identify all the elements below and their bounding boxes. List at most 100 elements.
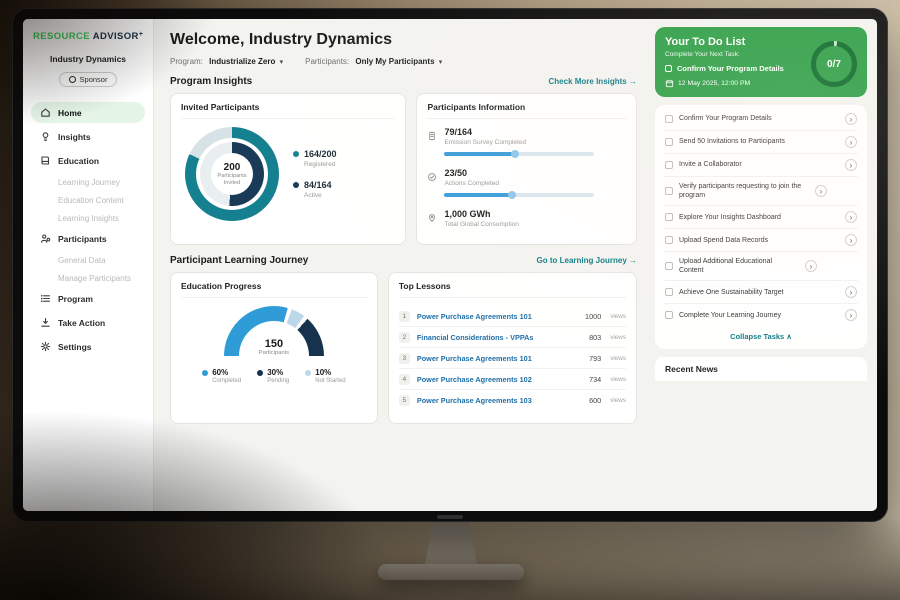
chevron-right-icon[interactable]: › xyxy=(845,159,857,171)
lesson-link[interactable]: Power Purchase Agreements 102 xyxy=(417,375,582,384)
section-title-learning-journey: Participant Learning Journey xyxy=(170,255,308,266)
chevron-right-icon[interactable]: › xyxy=(845,113,857,125)
people-gear-icon xyxy=(40,233,51,244)
stat-value: 1,000 GWh xyxy=(444,209,626,219)
sidebar-item-label: Education xyxy=(58,156,99,166)
checkbox[interactable] xyxy=(665,65,672,72)
calendar-icon xyxy=(665,79,674,88)
lesson-views: 793 xyxy=(589,354,601,363)
legend-value: 164/200 xyxy=(304,149,337,159)
sidebar-item-label: Participants xyxy=(58,234,107,244)
recent-news-header[interactable]: Recent News xyxy=(655,357,867,381)
sidebar-item-education-content[interactable]: Education Content xyxy=(31,192,145,209)
task-row: Upload Additional Educational Content › xyxy=(664,252,858,281)
location-pin-icon xyxy=(427,210,437,220)
task-label: Verify participants requesting to join t… xyxy=(679,182,809,200)
program-filter[interactable]: Program: Industrialize Zero ▾ xyxy=(170,57,283,66)
sidebar-item-insights[interactable]: Insights xyxy=(31,126,145,147)
lesson-row: 5 Power Purchase Agreements 103 600 view… xyxy=(399,390,626,410)
sidebar-item-take-action[interactable]: Take Action xyxy=(31,312,145,333)
chevron-right-icon[interactable]: › xyxy=(845,309,857,321)
clipboard-icon xyxy=(427,128,437,138)
card-title: Participants Information xyxy=(427,102,626,119)
checkbox[interactable] xyxy=(665,138,673,146)
program-filter-label: Program: xyxy=(170,57,203,66)
chevron-right-icon[interactable]: › xyxy=(805,260,817,272)
task-row: Explore Your Insights Dashboard › xyxy=(664,206,858,229)
task-row: Upload Spend Data Records › xyxy=(664,229,858,252)
lesson-link[interactable]: Power Purchase Agreements 103 xyxy=(417,396,582,405)
chevron-right-icon[interactable]: › xyxy=(845,234,857,246)
lesson-rank: 3 xyxy=(399,353,410,364)
legend-registered: 164/200 Registered xyxy=(293,149,337,168)
chevron-down-icon: ▾ xyxy=(439,59,443,66)
sponsor-badge[interactable]: Sponsor xyxy=(59,72,118,87)
checkbox[interactable] xyxy=(665,161,673,169)
education-progress-card: Education Progress 150 Participants xyxy=(170,272,378,424)
legend-label: Completed xyxy=(212,378,241,384)
stat-actions-completed: 23/50 Actions Completed xyxy=(427,168,626,197)
go-to-learning-journey-link[interactable]: Go to Learning Journey → xyxy=(537,256,637,265)
logo-plus: + xyxy=(139,31,144,38)
lesson-views-unit: views xyxy=(610,397,626,404)
checkbox[interactable] xyxy=(665,262,673,270)
chevron-right-icon[interactable]: › xyxy=(845,136,857,148)
lesson-link[interactable]: Power Purchase Agreements 101 xyxy=(417,312,578,321)
invited-participants-card: Invited Participants 200 Participants In… xyxy=(170,93,406,245)
lesson-link[interactable]: Power Purchase Agreements 101 xyxy=(417,354,582,363)
lesson-views-unit: views xyxy=(610,355,626,362)
legend-value: 10% xyxy=(315,368,331,377)
sidebar-item-education[interactable]: Education xyxy=(31,150,145,171)
checkbox[interactable] xyxy=(665,115,673,123)
checkbox[interactable] xyxy=(665,187,673,195)
sidebar-item-manage-participants[interactable]: Manage Participants xyxy=(31,270,145,287)
chevron-right-icon[interactable]: › xyxy=(845,211,857,223)
education-gauge-chart: 150 Participants xyxy=(224,306,324,356)
legend-dot xyxy=(305,370,311,376)
participants-filter[interactable]: Participants: Only My Participants ▾ xyxy=(305,57,442,66)
collapse-tasks-link[interactable]: Collapse Tasks ∧ xyxy=(664,326,858,346)
sidebar-item-learning-insights[interactable]: Learning Insights xyxy=(31,210,145,227)
checkbox[interactable] xyxy=(665,311,673,319)
legend-value: 30% xyxy=(267,368,283,377)
lesson-rank: 1 xyxy=(399,311,410,322)
check-more-insights-link[interactable]: Check More Insights → xyxy=(549,77,637,86)
chevron-right-icon[interactable]: › xyxy=(815,185,827,197)
sidebar-item-program[interactable]: Program xyxy=(31,288,145,309)
lesson-row: 1 Power Purchase Agreements 101 1000 vie… xyxy=(399,306,626,327)
sidebar-item-label: Home xyxy=(58,108,82,118)
todo-next-task: Confirm Your Program Details xyxy=(677,64,784,73)
sidebar-item-home[interactable]: Home xyxy=(31,102,145,123)
sponsor-badge-label: Sponsor xyxy=(80,75,108,84)
sidebar-item-general-data[interactable]: General Data xyxy=(31,252,145,269)
sidebar-item-label: Settings xyxy=(58,342,92,352)
sidebar-item-learning-journey[interactable]: Learning Journey xyxy=(31,174,145,191)
legend-dot xyxy=(257,370,263,376)
sidebar-item-participants[interactable]: Participants xyxy=(31,228,145,249)
org-name: Industry Dynamics xyxy=(31,54,145,64)
chevron-right-icon[interactable]: › xyxy=(845,286,857,298)
checkbox[interactable] xyxy=(665,288,673,296)
sidebar-item-settings[interactable]: Settings xyxy=(31,336,145,357)
lesson-row: 3 Power Purchase Agreements 101 793 view… xyxy=(399,348,626,369)
checkbox[interactable] xyxy=(665,236,673,244)
arrow-right-icon: → xyxy=(629,256,637,265)
task-label: Complete Your Learning Journey xyxy=(679,311,839,320)
invited-donut-chart: 200 Participants Invited xyxy=(185,127,279,221)
task-label: Confirm Your Program Details xyxy=(679,114,839,123)
stat-label: Total Global Consumption xyxy=(444,221,626,228)
legend-label: Active xyxy=(304,192,337,199)
main-content: Welcome, Industry Dynamics Program: Indu… xyxy=(154,19,649,511)
link-label: Go to Learning Journey xyxy=(537,256,627,265)
top-lessons-card: Top Lessons 1 Power Purchase Agreements … xyxy=(388,272,637,424)
progress-bar xyxy=(444,193,594,197)
participants-filter-label: Participants: xyxy=(305,57,349,66)
book-icon xyxy=(40,155,51,166)
checkbox[interactable] xyxy=(665,213,673,221)
stat-emission-survey: 79/164 Emission Survey Completed xyxy=(427,127,626,156)
lesson-link[interactable]: Financial Considerations - VPPAs xyxy=(417,333,582,342)
stat-label: Emission Survey Completed xyxy=(444,139,626,146)
task-row: Complete Your Learning Journey › xyxy=(664,304,858,326)
legend-label: Pending xyxy=(267,378,289,384)
lesson-views-unit: views xyxy=(610,313,626,320)
